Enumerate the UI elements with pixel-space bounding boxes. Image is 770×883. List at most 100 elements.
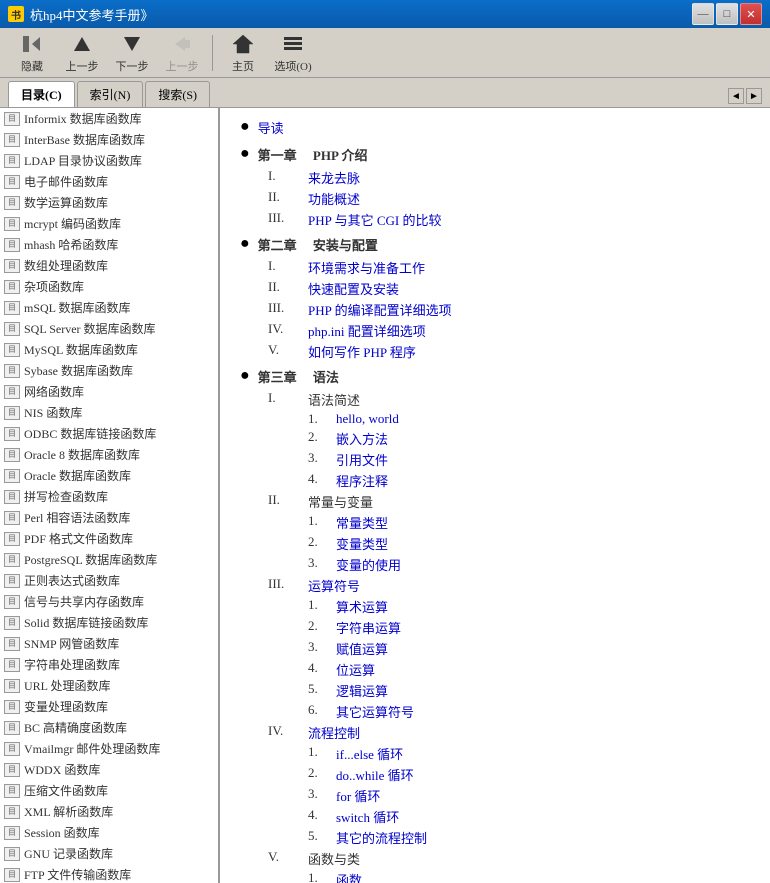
subitem-num: 2. <box>308 429 336 445</box>
tab-index[interactable]: 索引(N) <box>77 81 144 107</box>
item-num: I. <box>268 390 308 406</box>
item-text[interactable]: 快速配置及安装 <box>308 279 399 298</box>
subitem-text[interactable]: 算术运算 <box>336 597 388 616</box>
subitem-text[interactable]: for 循环 <box>336 786 380 805</box>
sidebar-item[interactable]: 目BC 高精确度函数库 <box>0 717 218 738</box>
toc-item: II.功能概述 <box>240 189 750 208</box>
subitem-num: 1. <box>308 870 336 883</box>
sidebar-item[interactable]: 目压缩文件函数库 <box>0 780 218 801</box>
sidebar-item[interactable]: 目电子邮件函数库 <box>0 171 218 192</box>
maximize-button[interactable]: □ <box>716 3 738 25</box>
sidebar-item[interactable]: 目数组处理函数库 <box>0 255 218 276</box>
next-button[interactable]: 下一步 <box>108 31 156 75</box>
sidebar-item[interactable]: 目Oracle 8 数据库函数库 <box>0 444 218 465</box>
sidebar-item[interactable]: 目信号与共享内存函数库 <box>0 591 218 612</box>
toc-subitem: 1.if...else 循环 <box>240 744 750 763</box>
options-button[interactable]: 选项(O) <box>269 31 317 75</box>
sidebar-item[interactable]: 目Oracle 数据库函数库 <box>0 465 218 486</box>
subitem-text[interactable]: 函数 <box>336 870 362 883</box>
item-text[interactable]: php.ini 配置详细选项 <box>308 321 426 340</box>
item-text[interactable]: 功能概述 <box>308 189 360 208</box>
sidebar-item-icon: 目 <box>4 847 20 861</box>
sidebar-item[interactable]: 目NIS 函数库 <box>0 402 218 423</box>
subitem-text[interactable]: 字符串运算 <box>336 618 401 637</box>
subitem-text[interactable]: 常量类型 <box>336 513 388 532</box>
sidebar-item-icon: 目 <box>4 259 20 273</box>
toc-subitem: 2.do..while 循环 <box>240 765 750 784</box>
sidebar-item[interactable]: 目变量处理函数库 <box>0 696 218 717</box>
sidebar-item[interactable]: 目数学运算函数库 <box>0 192 218 213</box>
subitem-text[interactable]: 其它的流程控制 <box>336 828 427 847</box>
item-text[interactable]: 如何写作 PHP 程序 <box>308 342 416 361</box>
subitem-text[interactable]: 引用文件 <box>336 450 388 469</box>
subitem-text[interactable]: 程序注释 <box>336 471 388 490</box>
subitem-text[interactable]: hello, world <box>336 411 399 427</box>
subitem-text[interactable]: 变量的使用 <box>336 555 401 574</box>
sidebar-item-icon: 目 <box>4 763 20 777</box>
sidebar-item[interactable]: 目LDAP 目录协议函数库 <box>0 150 218 171</box>
subitem-text[interactable]: 逻辑运算 <box>336 681 388 700</box>
sidebar-item[interactable]: 目杂项函数库 <box>0 276 218 297</box>
tab-contents[interactable]: 目录(C) <box>8 81 75 107</box>
sidebar-item[interactable]: 目正则表达式函数库 <box>0 570 218 591</box>
item-text[interactable]: 流程控制 <box>308 723 360 742</box>
window-controls[interactable]: — □ ✕ <box>692 3 762 25</box>
sidebar-list: 目Informix 数据库函数库目InterBase 数据库函数库目LDAP 目… <box>0 108 218 883</box>
home-button[interactable]: 主页 <box>219 31 267 75</box>
item-text[interactable]: PHP 的编译配置详细选项 <box>308 300 452 319</box>
sidebar-item[interactable]: 目InterBase 数据库函数库 <box>0 129 218 150</box>
sidebar-item[interactable]: 目Session 函数库 <box>0 822 218 843</box>
subitem-text[interactable]: 赋值运算 <box>336 639 388 658</box>
item-text[interactable]: 来龙去脉 <box>308 168 360 187</box>
toc-item: II.快速配置及安装 <box>240 279 750 298</box>
tab-left-arrow[interactable]: ◄ <box>728 88 744 104</box>
item-text[interactable]: 环境需求与准备工作 <box>308 258 425 277</box>
sidebar-item[interactable]: 目WDDX 函数库 <box>0 759 218 780</box>
back-button[interactable]: 上一步 <box>158 31 206 75</box>
sidebar-item[interactable]: 目mhash 哈希函数库 <box>0 234 218 255</box>
sidebar-item[interactable]: 目PDF 格式文件函数库 <box>0 528 218 549</box>
tab-search[interactable]: 搜索(S) <box>145 81 210 107</box>
subitem-text[interactable]: 变量类型 <box>336 534 388 553</box>
toc-subitem: 4.switch 循环 <box>240 807 750 826</box>
subitem-text[interactable]: 嵌入方法 <box>336 429 388 448</box>
sidebar-item[interactable]: 目GNU 记录函数库 <box>0 843 218 864</box>
minimize-button[interactable]: — <box>692 3 714 25</box>
chapter-title: 第一章 PHP 介绍 <box>258 145 368 164</box>
item-text[interactable]: PHP 与其它 CGI 的比较 <box>308 210 442 229</box>
sidebar-item[interactable]: 目SNMP 网管函数库 <box>0 633 218 654</box>
item-text[interactable]: 运算符号 <box>308 576 360 595</box>
sidebar-item[interactable]: 目XML 解析函数库 <box>0 801 218 822</box>
sidebar-item[interactable]: 目URL 处理函数库 <box>0 675 218 696</box>
toc-link[interactable]: 导读 <box>258 118 284 137</box>
subitem-text[interactable]: if...else 循环 <box>336 744 403 763</box>
sidebar-item[interactable]: 目Informix 数据库函数库 <box>0 108 218 129</box>
close-button[interactable]: ✕ <box>740 3 762 25</box>
sidebar-item-icon: 目 <box>4 280 20 294</box>
sidebar-item[interactable]: 目字符串处理函数库 <box>0 654 218 675</box>
sidebar-item[interactable]: 目Vmailmgr 邮件处理函数库 <box>0 738 218 759</box>
sidebar-item[interactable]: 目Sybase 数据库函数库 <box>0 360 218 381</box>
sidebar-item-icon: 目 <box>4 532 20 546</box>
sidebar-item[interactable]: 目mSQL 数据库函数库 <box>0 297 218 318</box>
sidebar-item[interactable]: 目Perl 相容语法函数库 <box>0 507 218 528</box>
sidebar-item[interactable]: 目Solid 数据库链接函数库 <box>0 612 218 633</box>
hide-button[interactable]: 隐藏 <box>8 31 56 75</box>
sidebar-item[interactable]: 目网络函数库 <box>0 381 218 402</box>
sidebar-item[interactable]: 目mcrypt 编码函数库 <box>0 213 218 234</box>
sidebar-item[interactable]: 目MySQL 数据库函数库 <box>0 339 218 360</box>
subitem-text[interactable]: 位运算 <box>336 660 375 679</box>
prev-button[interactable]: 上一步 <box>58 31 106 75</box>
subitem-text[interactable]: do..while 循环 <box>336 765 414 784</box>
tab-right-arrow[interactable]: ► <box>746 88 762 104</box>
toc-item: II.常量与变量 <box>240 492 750 511</box>
sidebar-item[interactable]: 目ODBC 数据库链接函数库 <box>0 423 218 444</box>
sidebar-item[interactable]: 目PostgreSQL 数据库函数库 <box>0 549 218 570</box>
sidebar-item[interactable]: 目SQL Server 数据库函数库 <box>0 318 218 339</box>
sidebar-item[interactable]: 目FTP 文件传输函数库 <box>0 864 218 883</box>
prev-label: 上一步 <box>66 58 99 74</box>
subitem-text[interactable]: 其它运算符号 <box>336 702 414 721</box>
subitem-text[interactable]: switch 循环 <box>336 807 399 826</box>
subitem-num: 3. <box>308 555 336 571</box>
sidebar-item[interactable]: 目拼写检查函数库 <box>0 486 218 507</box>
